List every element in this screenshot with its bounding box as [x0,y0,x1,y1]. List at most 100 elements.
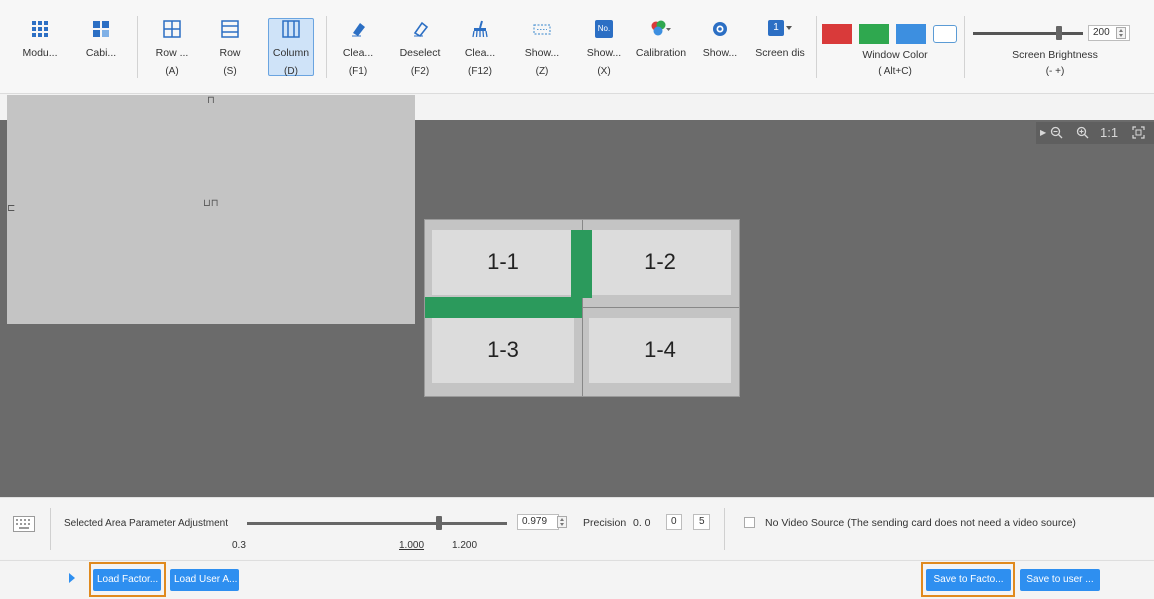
window-color-shortcut: ( Alt+C) [878,66,912,77]
cabinet-label: 1-4 [644,337,676,362]
row-grid-icon [163,20,181,38]
param-min-label: 0.3 [232,540,246,551]
window-color-white-swatch[interactable] [933,25,957,43]
deselect-button[interactable]: Deselect (F2) [398,0,442,94]
zoom-toolbar: ▶ 1:1 [1036,122,1154,144]
zoom-in-icon[interactable] [1076,126,1089,139]
load-factory-button[interactable]: Load Factor... [93,569,161,591]
row-grid-shortcut: (A) [165,66,179,77]
grid-four-icon [32,21,48,37]
clear-label: Clea... [342,47,374,59]
save-user-button[interactable]: Save to user ... [1020,569,1100,591]
calibration-button[interactable]: Calibration [632,0,690,94]
row-label: Row [219,47,241,59]
eye-icon [713,22,727,36]
parameter-bar: Selected Area Parameter Adjustment 0.3 1… [0,497,1154,559]
cabinet-grid: 1-1 1-2 1-3 1-4 [424,219,740,397]
zoom-actual-size-button[interactable]: 1:1 [1100,125,1118,140]
screen-display-label: Screen dis [755,47,805,59]
show-outline-button[interactable]: Show... (Z) [522,0,562,94]
action-bar: Load Factor... Load User A... Save to Fa… [0,560,1154,599]
zoom-out-icon[interactable] [1050,126,1063,139]
row-button[interactable]: Row (S) [212,0,248,94]
brightness-spin-arrows-icon[interactable] [1116,27,1126,39]
toolbar-divider [326,16,327,78]
eraser-outline-icon [413,21,429,38]
expand-arrow-icon[interactable] [69,573,75,583]
cabinet-1-2[interactable]: 1-2 [589,230,731,295]
save-factory-button[interactable]: Save to Facto... [926,569,1011,591]
module-button[interactable]: Modu... [22,0,58,94]
module-label: Modu... [22,47,58,59]
precision-digit-input[interactable]: 0 [666,514,682,530]
window-color-green-swatch[interactable] [859,24,889,44]
toolbar-divider [964,16,965,78]
column-label: Column [272,47,310,59]
show-eye-button[interactable]: Show... [700,0,740,94]
expand-arrow-icon[interactable]: ▶ [1040,128,1046,137]
cabinet-1-4[interactable]: 1-4 [589,318,731,383]
show-number-shortcut: (X) [597,66,611,77]
brightness-slider-track[interactable] [973,32,1083,35]
clear-all-shortcut: (F12) [468,66,492,77]
show-number-label: Show... [586,47,622,59]
precision-label: Precision [583,517,627,529]
eraser-icon [352,23,365,37]
show-outline-label: Show... [524,47,560,59]
panel-center-mark: ⊔⊓ [203,198,219,209]
cabinet-1-3[interactable]: 1-3 [432,318,574,383]
selected-column-highlight [571,230,592,298]
cabinet-button[interactable]: Cabi... [83,0,119,94]
screen-number-icon: 1 [767,20,793,38]
param-label: Selected Area Parameter Adjustment [64,518,228,529]
toolbar-divider [816,16,817,78]
show-outline-shortcut: (Z) [535,66,549,77]
row-shortcut: (S) [223,66,237,77]
clear-button[interactable]: Clea... (F1) [340,0,376,94]
brightness-slider-thumb[interactable] [1055,26,1062,40]
show-number-button[interactable]: No. Show... (X) [584,0,624,94]
color-palette-icon [651,20,671,36]
window-color-blue-swatch[interactable] [896,24,926,44]
row-grid-label: Row ... [155,47,189,59]
deselect-label: Deselect [399,47,441,59]
show-eye-label: Show... [702,47,738,59]
row-grid-button[interactable]: Row ... (A) [154,0,190,94]
param-spin-arrows-icon[interactable] [557,516,567,528]
param-divider [50,508,51,550]
param-slider-track[interactable] [247,522,507,525]
fit-screen-icon[interactable] [1132,126,1145,139]
param-value-input[interactable]: 0.979 [517,514,559,530]
toolbar-divider [137,16,138,78]
cabinet-label: 1-3 [487,337,519,362]
param-divider [724,508,725,550]
keyboard-icon[interactable] [13,516,35,532]
calibration-label: Calibration [635,47,687,59]
clear-all-label: Clea... [464,47,496,59]
precision-step-input[interactable]: 5 [693,514,710,530]
broom-icon [472,20,488,38]
cabinet-label: 1-2 [644,249,676,274]
param-max-label: 1.200 [452,540,478,551]
selected-row-highlight [425,297,582,318]
load-user-button[interactable]: Load User A... [170,569,239,591]
window-color-red-swatch[interactable] [822,24,852,44]
screen-display-button[interactable]: 1 Screen dis [754,0,806,94]
clear-shortcut: (F1) [348,66,368,77]
column-button[interactable]: Column (D) [268,0,314,94]
no-video-source-checkbox[interactable] [744,517,755,528]
cabinet-1-1[interactable]: 1-1 [432,230,574,295]
cabinet-icon [93,21,109,37]
row-lines-icon [221,20,239,38]
param-current-label: 1.000 [399,540,425,551]
number-badge-icon: No. [595,20,613,38]
sending-area-panel[interactable]: ⊓ ⊏ ⊔⊓ [7,95,415,324]
no-video-source-label: No Video Source (The sending card does n… [765,517,1076,529]
column-shortcut: (D) [284,66,298,77]
param-slider-thumb[interactable] [436,516,442,530]
clear-all-button[interactable]: Clea... (F12) [462,0,498,94]
window-color-label: Window Color [862,49,928,61]
cabinet-label: Cabi... [85,47,117,59]
dropdown-arrow-icon [786,26,792,30]
dotted-rect-icon [533,24,551,35]
